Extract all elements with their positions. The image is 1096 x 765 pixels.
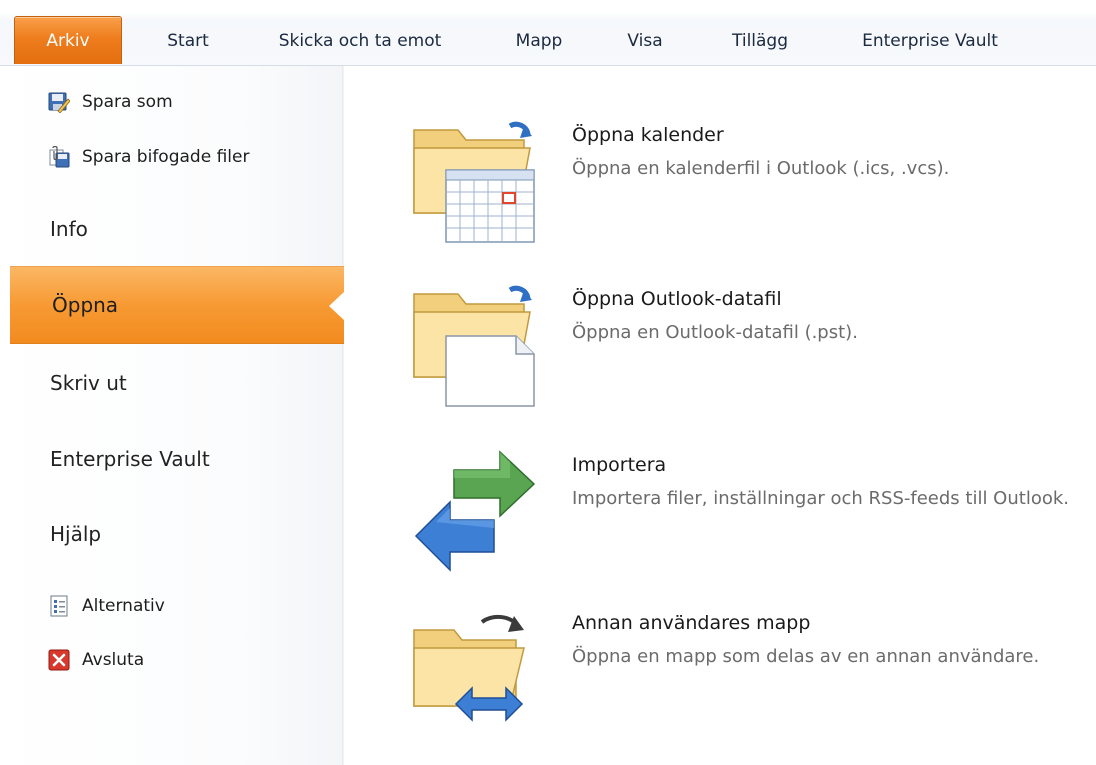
- options-icon: [50, 595, 68, 617]
- open-datafile-icon: [413, 285, 535, 407]
- tab-start[interactable]: Start: [148, 20, 228, 62]
- tab-mapp[interactable]: Mapp: [495, 20, 583, 62]
- tab-visa[interactable]: Visa: [605, 20, 685, 62]
- open-calendar-option[interactable]: Öppna kalender Öppna en kalenderfil i Ou…: [400, 118, 1080, 258]
- tab-enterprise-vault[interactable]: Enterprise Vault: [835, 20, 1025, 62]
- nav-divider: [342, 66, 344, 765]
- exit-label: Avsluta: [82, 650, 145, 670]
- save-attachments-icon: [49, 146, 70, 168]
- save-as-label: Spara som: [82, 92, 173, 112]
- nav-item-hjalp[interactable]: Hjälp: [50, 514, 101, 554]
- save-attachments-button[interactable]: Spara bifogade filer: [48, 141, 249, 173]
- exit-icon: [48, 649, 70, 671]
- save-as-button[interactable]: Spara som: [48, 86, 173, 118]
- import-option[interactable]: Importera Importera filer, inställningar…: [400, 448, 1080, 588]
- tab-tillagg[interactable]: Tillägg: [708, 20, 812, 62]
- nav-item-info[interactable]: Info: [50, 209, 88, 249]
- import-arrows-icon: [414, 450, 536, 572]
- other-user-folder-option[interactable]: Annan användares mapp Öppna en mapp som …: [400, 606, 1080, 746]
- nav-item-oppna-label: Öppna: [52, 293, 119, 317]
- other-user-folder-desc: Öppna en mapp som delas av en annan anvä…: [572, 646, 1040, 667]
- nav-item-skriv-ut[interactable]: Skriv ut: [50, 363, 127, 403]
- exit-button[interactable]: Avsluta: [48, 644, 144, 676]
- import-title: Importera: [572, 454, 667, 476]
- save-attachments-label: Spara bifogade filer: [82, 147, 250, 167]
- save-as-icon: [48, 92, 70, 113]
- open-datafile-title: Öppna Outlook-datafil: [572, 288, 782, 310]
- tab-skicka-och-ta-emot[interactable]: Skicka och ta emot: [250, 20, 470, 62]
- open-datafile-desc: Öppna en Outlook-datafil (.pst).: [572, 322, 858, 343]
- other-user-folder-title: Annan användares mapp: [572, 612, 811, 634]
- open-calendar-icon: [413, 121, 535, 243]
- open-calendar-desc: Öppna en kalenderfil i Outlook (.ics, .v…: [572, 158, 950, 179]
- open-calendar-title: Öppna kalender: [572, 124, 724, 146]
- nav-item-enterprise-vault[interactable]: Enterprise Vault: [50, 439, 210, 479]
- import-desc: Importera filer, inställningar och RSS-f…: [572, 488, 1069, 509]
- open-datafile-option[interactable]: Öppna Outlook-datafil Öppna en Outlook-d…: [400, 282, 1080, 422]
- tab-arkiv[interactable]: Arkiv: [14, 16, 122, 64]
- nav-item-oppna[interactable]: Öppna: [10, 266, 345, 344]
- other-user-folder-icon: [413, 614, 525, 722]
- options-button[interactable]: Alternativ: [48, 590, 165, 622]
- options-label: Alternativ: [82, 596, 165, 616]
- ribbon-top-strip: [0, 0, 1096, 12]
